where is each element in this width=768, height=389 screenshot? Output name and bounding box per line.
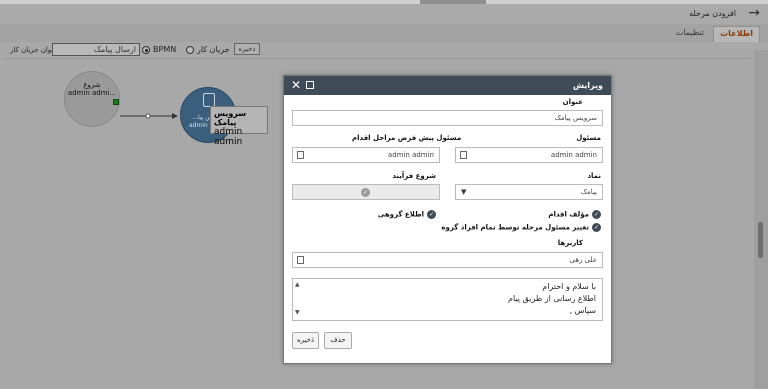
tooltip-subtitle: admin admin — [214, 127, 243, 147]
page-header: → افزودن مرحله — [0, 4, 768, 24]
close-icon[interactable]: ✕ — [291, 78, 301, 92]
message-line: اطلاع رسانی از طریق پیام — [507, 294, 596, 303]
workflow-label: جریان کار — [197, 45, 230, 54]
default-responsible-value: admin admin — [387, 151, 434, 159]
responsible-field[interactable]: admin admin — [455, 147, 603, 163]
flow-toolbar: عنوان جریان کار ارسال پیامک BPMN جریان ک… — [8, 43, 268, 57]
bpmn-radio[interactable] — [142, 46, 150, 54]
check-icon: ✓ — [592, 210, 601, 219]
tooltip-title: سرویس پیامک — [214, 109, 247, 127]
textarea-scrollbar[interactable]: ▲ ▼ — [294, 280, 302, 319]
arrow-right-icon[interactable]: → — [748, 5, 760, 21]
sequence-flow-arrow[interactable] — [120, 113, 178, 119]
phone-icon — [203, 93, 215, 107]
node-tooltip: سرویس پیامک admin admin — [210, 106, 268, 147]
process-start-field: ✓ — [292, 184, 440, 200]
dialog-title: ویرایش — [572, 81, 603, 90]
message-line: با سلام و احترام — [542, 282, 596, 291]
symbol-label: نماد — [587, 172, 601, 180]
dialog-header: ✕ ویرایش — [284, 76, 611, 95]
toolbar-save-button[interactable]: ذخیره — [234, 43, 260, 55]
user-picker-icon[interactable] — [297, 256, 304, 264]
default-responsible-label: مسئول پیش فرض مراحل اقدام — [352, 134, 462, 142]
message-textarea[interactable]: با سلام و احترام اطلاع رسانی از طریق پیا… — [292, 278, 603, 321]
message-line: سپاس , — [569, 306, 596, 315]
message-text: با سلام و احترام اطلاع رسانی از طریق پیا… — [508, 281, 596, 317]
save-button[interactable]: ذخیره — [292, 332, 319, 349]
process-start-label: شروع فرآیند — [392, 172, 436, 180]
maximize-icon[interactable] — [306, 81, 314, 89]
tab-settings[interactable]: تنظیمات — [670, 26, 710, 42]
symbol-value: پیامک — [580, 188, 597, 196]
start-node-title: شروع — [83, 81, 101, 89]
check-icon: ✓ — [592, 223, 601, 232]
tab-info[interactable]: اطلاعات — [713, 26, 760, 42]
bpmn-label: BPMN — [153, 45, 177, 54]
workflow-radio[interactable] — [186, 46, 194, 54]
action-author-checkbox[interactable]: ✓مؤلف اقدام — [548, 210, 601, 219]
subject-field[interactable]: سرویس پیامک — [292, 110, 603, 126]
users-value: علی رهی — [569, 256, 597, 264]
check-icon: ✓ — [427, 210, 436, 219]
scrollbar-thumb[interactable] — [758, 222, 763, 258]
responsible-value: admin admin — [550, 151, 597, 159]
flow-title-input[interactable]: ارسال پیامک — [52, 43, 140, 56]
start-node[interactable]: شروع admin admi... — [64, 71, 120, 127]
tabs-bar: اطلاعات تنظیمات — [0, 24, 768, 42]
scroll-up-icon[interactable]: ▲ — [295, 281, 300, 288]
start-node-subtitle: admin admi... — [67, 89, 117, 97]
edit-dialog: ✕ ویرایش عنوان سرویس پیامک مسئول admin a… — [283, 75, 612, 364]
users-field[interactable]: علی رهی — [292, 252, 603, 268]
check-circle-icon: ✓ — [361, 188, 370, 197]
flow-title-label: عنوان جریان کار — [10, 46, 58, 54]
users-label: کاربرها — [557, 239, 583, 247]
responsible-label: مسئول — [576, 134, 601, 142]
group-notify-label: اطلاع گروهی — [377, 210, 424, 219]
user-picker-icon[interactable] — [297, 151, 304, 159]
page-scrollbar[interactable] — [754, 50, 768, 389]
scroll-down-icon[interactable]: ▼ — [295, 309, 300, 316]
user-picker-icon[interactable] — [460, 151, 467, 159]
delete-button[interactable]: حذف — [324, 332, 352, 349]
subject-label: عنوان — [562, 98, 583, 106]
connector-handle[interactable] — [113, 99, 119, 105]
default-responsible-field[interactable]: admin admin — [292, 147, 440, 163]
symbol-select[interactable]: پیامک ▼ — [455, 184, 603, 200]
change-responsible-label: تغییر مسئول مرحله توسط تمام افراد گروه — [441, 223, 589, 232]
action-author-label: مؤلف اقدام — [548, 210, 589, 219]
page-title: افزودن مرحله — [689, 9, 736, 18]
group-notify-checkbox[interactable]: ✓اطلاع گروهی — [378, 210, 436, 219]
chevron-down-icon: ▼ — [461, 188, 467, 196]
change-responsible-checkbox[interactable]: ✓تغییر مسئول مرحله توسط تمام افراد گروه — [441, 223, 601, 232]
